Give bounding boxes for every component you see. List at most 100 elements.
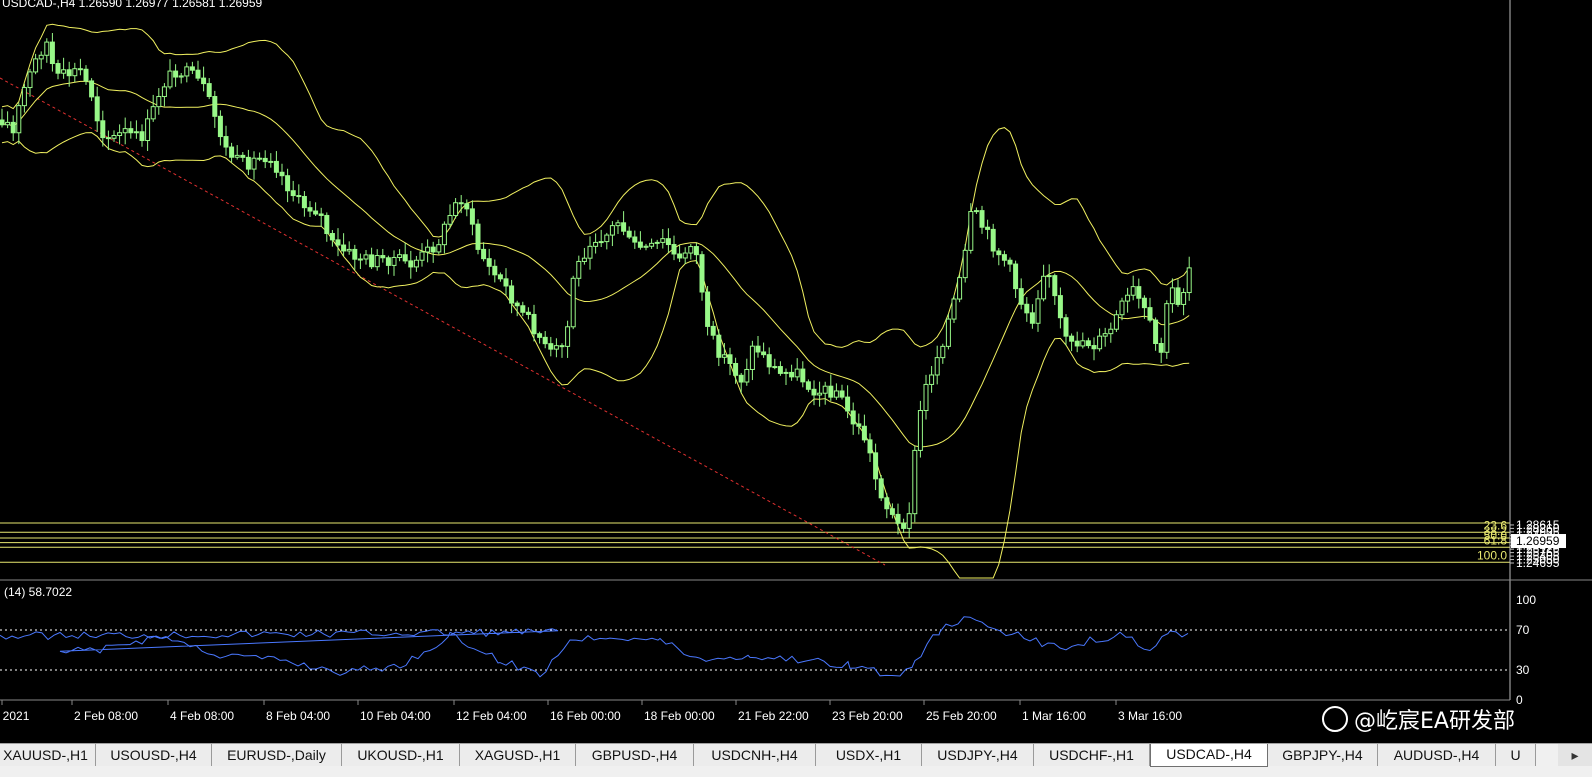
candle-body bbox=[385, 257, 391, 266]
candle-body bbox=[486, 258, 492, 267]
candle-body bbox=[889, 508, 895, 515]
candle-body bbox=[710, 325, 716, 336]
candle-body bbox=[861, 425, 867, 441]
candle-body bbox=[77, 68, 83, 71]
candle-body bbox=[609, 225, 615, 236]
candle-body bbox=[83, 68, 89, 82]
candle-body bbox=[346, 248, 352, 252]
candle-body bbox=[531, 313, 537, 335]
tab-usdjpy-h4[interactable]: USDJPY-,H4 bbox=[922, 744, 1034, 766]
candle-body bbox=[318, 213, 324, 216]
candle-body bbox=[794, 368, 800, 378]
candle-body bbox=[906, 513, 912, 529]
candle-body bbox=[257, 157, 263, 160]
fib-level-label: 100.0 bbox=[1477, 548, 1507, 562]
candle-body bbox=[223, 136, 229, 148]
candle-body bbox=[1029, 312, 1035, 324]
candle-body bbox=[884, 497, 890, 510]
candle-body bbox=[413, 259, 419, 268]
tab-usousd-h4[interactable]: USOUSD-,H4 bbox=[96, 744, 212, 766]
time-axis-label: 18 Feb 00:00 bbox=[644, 709, 715, 723]
candle-body bbox=[912, 449, 918, 515]
candle-body bbox=[279, 171, 285, 177]
candle-body bbox=[850, 410, 856, 425]
candle-body bbox=[962, 249, 968, 279]
candle-body bbox=[150, 106, 156, 120]
tab-gbpusd-h4[interactable]: GBPUSD-,H4 bbox=[576, 744, 694, 766]
candle-body bbox=[100, 120, 106, 139]
candle-body bbox=[542, 336, 548, 345]
tab-eurusd-daily[interactable]: EURUSD-,Daily bbox=[212, 744, 342, 766]
candle-body bbox=[649, 242, 655, 247]
candle[interactable] bbox=[912, 445, 918, 523]
candle-body bbox=[1153, 319, 1159, 345]
candle-body bbox=[1113, 314, 1119, 330]
candle-body bbox=[234, 154, 240, 158]
candle[interactable] bbox=[570, 275, 576, 330]
candle-body bbox=[509, 285, 515, 304]
candle-body bbox=[1001, 254, 1007, 261]
tab-u[interactable]: U bbox=[1496, 744, 1536, 766]
candle-body bbox=[201, 77, 207, 85]
candle-body bbox=[1041, 275, 1047, 300]
candle-body bbox=[503, 278, 509, 287]
candle[interactable] bbox=[957, 274, 963, 303]
tab-usdcad-h4[interactable]: USDCAD-,H4 bbox=[1150, 744, 1268, 767]
candle-body bbox=[1169, 287, 1175, 305]
candle-body bbox=[117, 132, 123, 136]
candle-body bbox=[363, 254, 369, 260]
candle-body bbox=[184, 66, 190, 77]
tab-xagusd-h1[interactable]: XAGUSD-,H1 bbox=[460, 744, 576, 766]
candle-body bbox=[1063, 317, 1069, 337]
candle-body bbox=[212, 96, 218, 117]
tab-gbpjpy-h4[interactable]: GBPJPY-,H4 bbox=[1268, 744, 1378, 766]
candle-body bbox=[901, 522, 907, 529]
candle[interactable] bbox=[951, 295, 957, 323]
candle-body bbox=[1147, 307, 1153, 321]
candle[interactable] bbox=[1164, 300, 1170, 359]
candle-body bbox=[839, 390, 845, 398]
candle-body bbox=[716, 334, 722, 358]
time-axis-label: 1 Mar 16:00 bbox=[1022, 709, 1086, 723]
tab-usdchf-h1[interactable]: USDCHF-,H1 bbox=[1034, 744, 1150, 766]
tab-usdcnh-h4[interactable]: USDCNH-,H4 bbox=[694, 744, 816, 766]
candle-body bbox=[307, 207, 313, 212]
candle-body bbox=[598, 241, 604, 244]
candle-body bbox=[733, 363, 739, 376]
candle-body bbox=[973, 210, 979, 213]
candle-body bbox=[1007, 259, 1013, 265]
candle-body bbox=[789, 371, 795, 378]
current-price-label: 1.26959 bbox=[1516, 534, 1560, 548]
tab-audusd-h4[interactable]: AUDUSD-,H4 bbox=[1378, 744, 1496, 766]
candle-body bbox=[251, 157, 257, 170]
candle-body bbox=[313, 210, 319, 215]
tab-ukousd-h1[interactable]: UKOUSD-,H1 bbox=[342, 744, 460, 766]
candle-body bbox=[514, 302, 520, 307]
candle[interactable] bbox=[475, 219, 481, 255]
weibo-logo-icon bbox=[1322, 706, 1348, 732]
tab-xauusd-h1[interactable]: XAUUSD-,H1 bbox=[0, 744, 96, 766]
candle-body bbox=[581, 257, 587, 262]
time-axis-label: 12 Feb 04:00 bbox=[456, 709, 527, 723]
candle-body bbox=[934, 357, 940, 376]
candle-body bbox=[335, 239, 341, 246]
candle-body bbox=[845, 396, 851, 412]
candle-body bbox=[189, 66, 195, 71]
candle-body bbox=[615, 222, 621, 227]
candle-body bbox=[525, 311, 531, 315]
candle-body bbox=[290, 190, 296, 197]
candle[interactable] bbox=[878, 475, 884, 502]
candle-body bbox=[44, 41, 50, 56]
candle-body bbox=[587, 245, 593, 259]
candle-body bbox=[744, 368, 750, 383]
candle-body bbox=[576, 260, 582, 279]
candle[interactable] bbox=[945, 313, 951, 350]
tabs-scroll-right-icon[interactable]: ▸ bbox=[1558, 744, 1592, 766]
candle-body bbox=[262, 157, 268, 163]
candle-body bbox=[1069, 335, 1075, 342]
candle-body bbox=[593, 241, 599, 247]
time-axis-label: 25 Feb 20:00 bbox=[926, 709, 997, 723]
tab-usdx-h1[interactable]: USDX-,H1 bbox=[816, 744, 922, 766]
trading-chart[interactable]: 23.638.250.061.8100.0 1.286151.282601.27… bbox=[0, 0, 1592, 752]
candle-body bbox=[520, 305, 526, 313]
